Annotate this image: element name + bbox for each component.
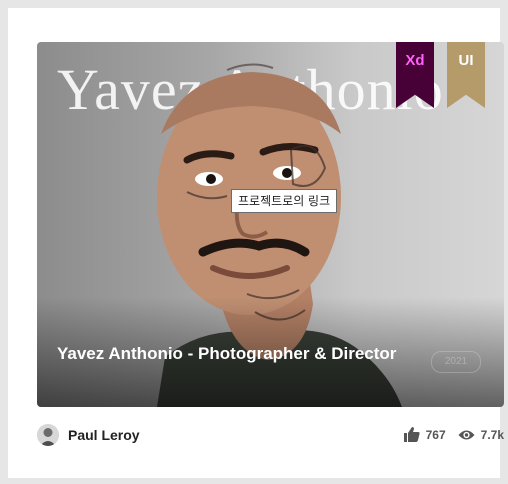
project-card[interactable]: Yavez Anthonio Xd UI Yavez Anthonio - Ph… <box>37 42 504 407</box>
link-tooltip: 프로젝트로의 링크 <box>231 189 338 213</box>
card-stats: 767 7.7k <box>392 427 504 442</box>
avatar[interactable] <box>37 424 59 446</box>
card-footer: Paul Leroy 767 7.7k <box>37 422 504 448</box>
views-count: 7.7k <box>480 427 504 442</box>
year-badge: 2021 <box>431 351 481 373</box>
likes-count: 767 <box>425 427 446 442</box>
likes-stat[interactable]: 767 <box>403 427 446 442</box>
author-name-link[interactable]: Paul Leroy <box>68 427 140 443</box>
thumbs-up-icon <box>403 427 420 442</box>
project-title-link[interactable]: Yavez Anthonio - Photographer & Director <box>57 342 407 366</box>
views-stat: 7.7k <box>458 428 504 442</box>
eye-icon <box>458 430 475 439</box>
